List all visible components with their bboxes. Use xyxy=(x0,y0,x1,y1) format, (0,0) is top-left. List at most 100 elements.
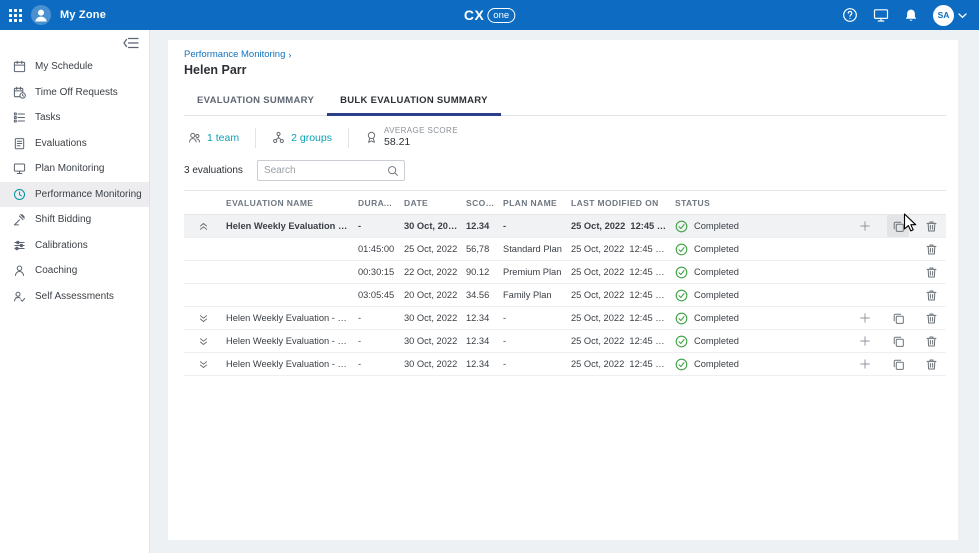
search-icon[interactable] xyxy=(387,165,399,177)
column-header-last-modified-on[interactable]: LAST MODIFIED ON xyxy=(567,198,671,208)
user-menu[interactable]: SA xyxy=(933,5,967,26)
status-completed-icon xyxy=(675,358,688,371)
delete-evaluation-button[interactable] xyxy=(920,215,942,237)
search-box[interactable] xyxy=(257,160,405,181)
shift-bidding-icon xyxy=(13,213,26,226)
delete-evaluation-button[interactable] xyxy=(920,284,942,306)
app-title: My Zone xyxy=(60,9,106,21)
status-label: Completed xyxy=(694,336,739,346)
tab-bulk-evaluation-summary[interactable]: BULK EVALUATION SUMMARY xyxy=(327,88,501,116)
agent-desktop-icon[interactable] xyxy=(873,8,889,23)
evaluation-sub-row[interactable]: 03:05:4520 Oct, 202234.56Family Plan25 O… xyxy=(184,284,946,307)
collapse-sidebar-button[interactable] xyxy=(123,36,139,54)
team-link[interactable]: 1 team xyxy=(207,132,239,144)
date-value: 22 Oct, 2022 xyxy=(400,267,462,277)
last-modified-value: 25 Oct, 2022 12:45 PM xyxy=(567,244,671,254)
add-evaluation-button[interactable] xyxy=(854,307,876,329)
collapse-row-icon[interactable] xyxy=(198,221,209,232)
delete-evaluation-button[interactable] xyxy=(920,353,942,375)
row-actions xyxy=(850,215,946,237)
evaluation-sub-row[interactable]: 00:30:1522 Oct, 202290.12Premium Plan25 … xyxy=(184,261,946,284)
status-completed-icon xyxy=(675,220,688,233)
add-evaluation-button[interactable] xyxy=(854,353,876,375)
expand-row-icon[interactable] xyxy=(198,313,209,324)
sidebar-item-label: Performance Monitoring xyxy=(35,189,142,200)
copy-evaluation-button[interactable] xyxy=(887,215,909,237)
status-completed-icon xyxy=(675,243,688,256)
help-icon[interactable] xyxy=(842,7,858,23)
sidebar-item-tasks[interactable]: Tasks xyxy=(0,105,149,131)
groups-link[interactable]: 2 groups xyxy=(291,132,332,144)
column-header-duration[interactable]: DURATION xyxy=(354,198,400,208)
time-off-icon xyxy=(13,86,26,99)
sidebar-item-time-off-requests[interactable]: Time Off Requests xyxy=(0,80,149,106)
sidebar-item-label: My Schedule xyxy=(35,61,93,72)
copy-evaluation-button[interactable] xyxy=(887,307,909,329)
column-header-evaluation-name[interactable]: EVALUATION NAME xyxy=(222,198,354,208)
status-cell: Completed xyxy=(671,358,850,371)
evaluation-row[interactable]: Helen Weekly Evaluation - June 20-30 Oct… xyxy=(184,330,946,353)
evaluations-icon xyxy=(13,137,26,150)
tasks-icon xyxy=(13,111,26,124)
sidebar-item-calibrations[interactable]: Calibrations xyxy=(0,233,149,259)
notifications-bell-icon[interactable] xyxy=(904,8,918,23)
sidebar-item-my-schedule[interactable]: My Schedule xyxy=(0,54,149,80)
score-value: 56,78 xyxy=(462,244,499,254)
column-header-status[interactable]: STATUS xyxy=(671,198,850,208)
sidebar-item-label: Plan Monitoring xyxy=(35,163,104,174)
add-evaluation-button[interactable] xyxy=(854,215,876,237)
search-input[interactable] xyxy=(264,165,387,176)
column-header-date[interactable]: DATE xyxy=(400,198,462,208)
last-modified-value: 25 Oct, 2022 12:45 PM xyxy=(567,290,671,300)
copy-evaluation-button[interactable] xyxy=(887,353,909,375)
app-grid-icon[interactable] xyxy=(9,9,22,22)
main-content: Performance Monitoring › Helen Parr EVAL… xyxy=(150,30,979,553)
row-actions xyxy=(850,261,946,283)
sidebar-item-coaching[interactable]: Coaching xyxy=(0,258,149,284)
score-value: 12.34 xyxy=(462,359,499,369)
sidebar: My Schedule Time Off RequestsTasksEvaluat… xyxy=(0,30,150,553)
score-value: 12.34 xyxy=(462,336,499,346)
breadcrumb-link[interactable]: Performance Monitoring xyxy=(184,49,285,60)
delete-evaluation-button[interactable] xyxy=(920,238,942,260)
status-label: Completed xyxy=(694,359,739,369)
sidebar-item-shift-bidding[interactable]: Shift Bidding xyxy=(0,207,149,233)
copy-evaluation-button[interactable] xyxy=(887,330,909,352)
date-value: 30 Oct, 2022 xyxy=(400,221,462,231)
add-evaluation-button[interactable] xyxy=(854,330,876,352)
status-cell: Completed xyxy=(671,266,850,279)
delete-evaluation-button[interactable] xyxy=(920,307,942,329)
evaluation-table-header: EVALUATION NAMEDURATIONDATESCOREPLAN NAM… xyxy=(184,190,946,215)
sidebar-item-label: Shift Bidding xyxy=(35,214,91,225)
tab-evaluation-summary[interactable]: EVALUATION SUMMARY xyxy=(184,88,327,116)
chevron-down-icon xyxy=(958,6,967,24)
column-header-score[interactable]: SCORE xyxy=(462,198,499,208)
team-stat[interactable]: 1 team xyxy=(188,131,239,144)
sidebar-item-self-assessments[interactable]: Self Assessments xyxy=(0,284,149,310)
delete-evaluation-button[interactable] xyxy=(920,330,942,352)
expand-row-icon[interactable] xyxy=(198,336,209,347)
breadcrumb[interactable]: Performance Monitoring › xyxy=(184,49,946,60)
avatar[interactable]: SA xyxy=(933,5,954,26)
status-completed-icon xyxy=(675,266,688,279)
evaluation-sub-row[interactable]: 01:45:0025 Oct, 202256,78Standard Plan25… xyxy=(184,238,946,261)
delete-evaluation-button[interactable] xyxy=(920,261,942,283)
sidebar-item-performance-monitoring[interactable]: Performance Monitoring xyxy=(0,182,149,208)
evaluation-row[interactable]: Helen Weekly Evaluation - June 20-30 Oct… xyxy=(184,353,946,376)
row-actions xyxy=(850,307,946,329)
duration-value: 01:45:00 xyxy=(354,244,400,254)
evaluation-row[interactable]: Helen Weekly Evaluation - June...-30 Oct… xyxy=(184,215,946,238)
status-cell: Completed xyxy=(671,243,850,256)
plan-name-value: - xyxy=(499,221,567,231)
status-cell: Completed xyxy=(671,289,850,302)
breadcrumb-chevron-icon: › xyxy=(288,50,291,60)
sidebar-item-plan-monitoring[interactable]: Plan Monitoring xyxy=(0,156,149,182)
expand-row-icon[interactable] xyxy=(198,359,209,370)
evaluation-table-body: Helen Weekly Evaluation - June...-30 Oct… xyxy=(184,215,946,376)
date-value: 30 Oct, 2022 xyxy=(400,313,462,323)
evaluation-row[interactable]: Helen Weekly Evaluation - June 20-30 Oct… xyxy=(184,307,946,330)
column-header-plan-name[interactable]: PLAN NAME xyxy=(499,198,567,208)
groups-stat[interactable]: 2 groups xyxy=(272,131,332,144)
row-actions xyxy=(850,353,946,375)
sidebar-item-evaluations[interactable]: Evaluations xyxy=(0,131,149,157)
